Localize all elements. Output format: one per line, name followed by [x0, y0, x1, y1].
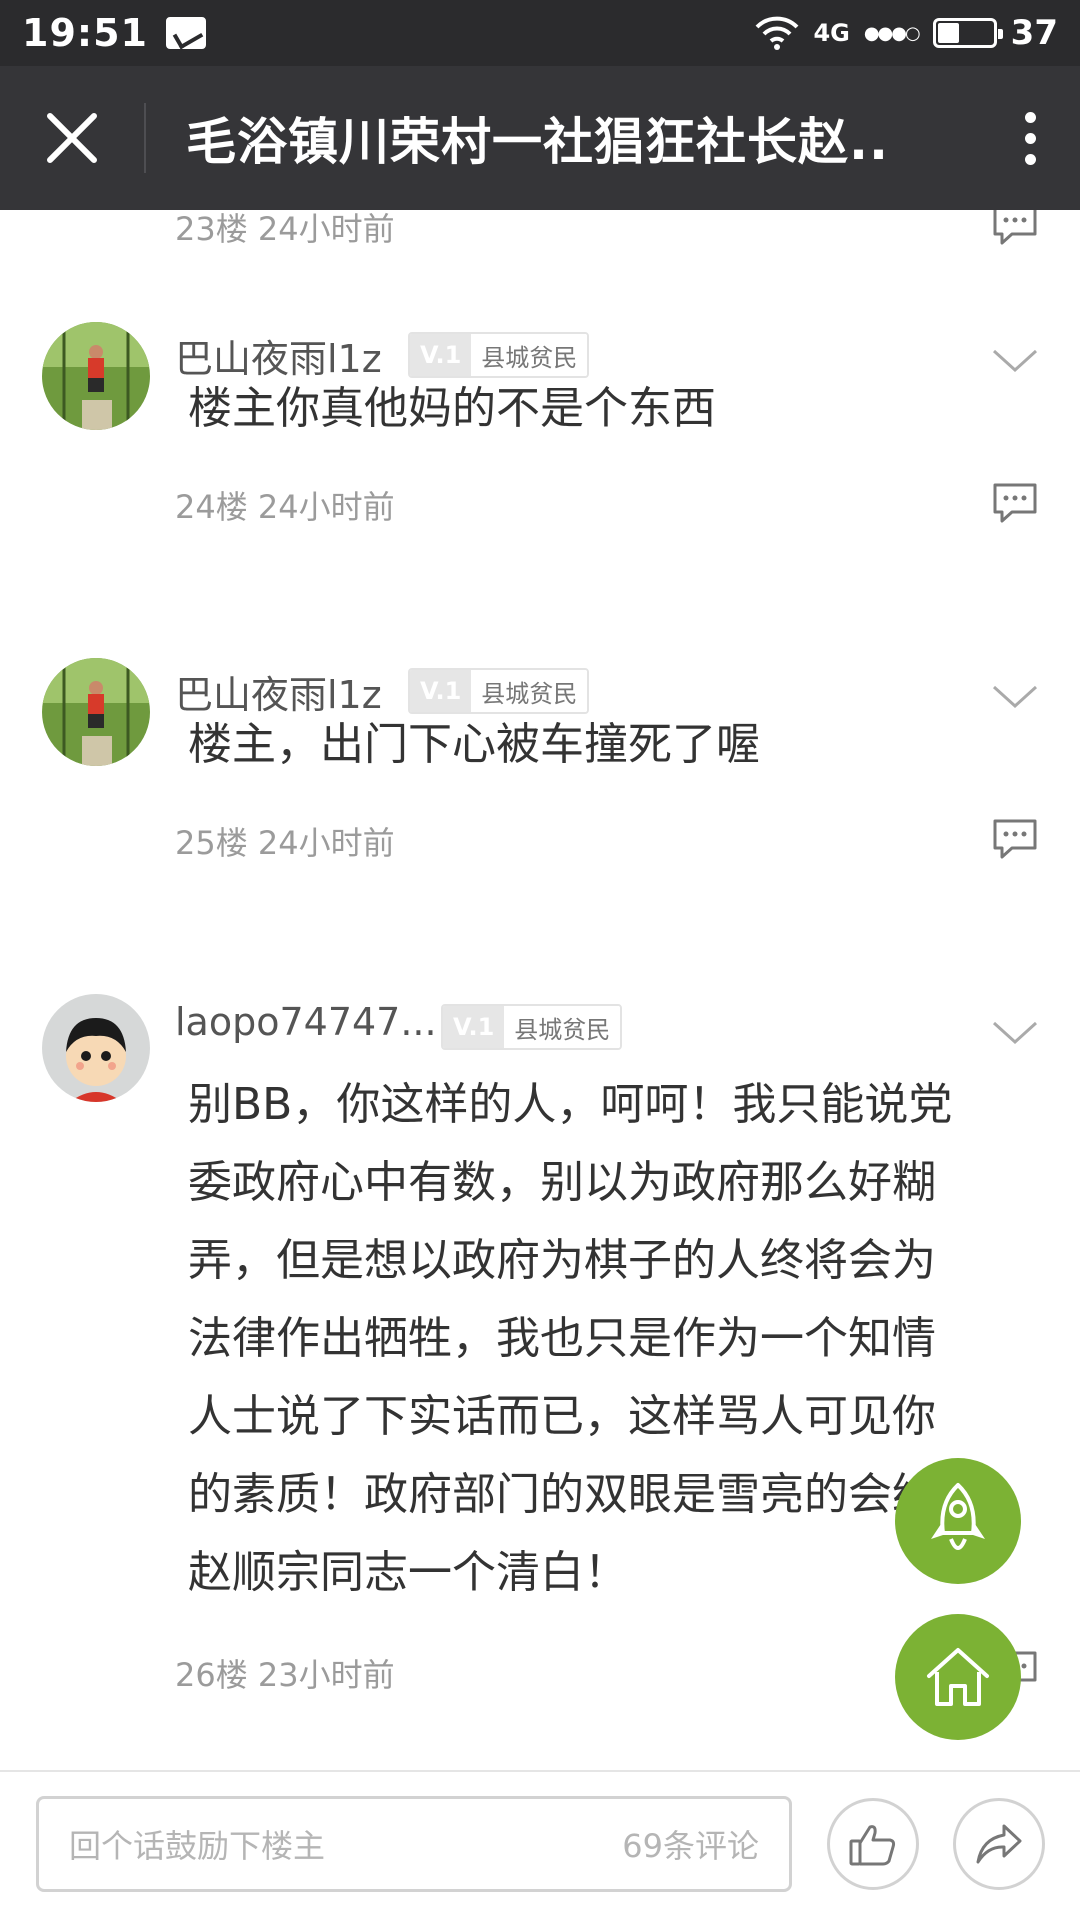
avatar[interactable]: [42, 322, 150, 430]
more-button[interactable]: [980, 66, 1080, 210]
wifi-icon: [756, 16, 799, 50]
page-title: 毛浴镇川荣村一社猖狂社长赵..: [186, 113, 889, 171]
comment-line: 别BB，你这样的人，呵呵！我只能说党: [188, 1079, 953, 1130]
share-icon: [976, 1824, 1022, 1864]
avatar[interactable]: [42, 994, 150, 1102]
comment-meta: 24楼 24小时前: [175, 488, 395, 526]
comment-text: 楼主，出门下心被车撞死了喔: [188, 719, 760, 770]
battery-level: 37: [1010, 13, 1058, 53]
network-type: 4G: [813, 19, 850, 47]
close-button[interactable]: [0, 66, 144, 210]
app-bar: 毛浴镇川荣村一社猖狂社长赵..: [0, 66, 1080, 210]
battery-icon: [932, 18, 1003, 48]
scroll-top-button[interactable]: [895, 1458, 1021, 1584]
close-icon: [47, 113, 97, 163]
comment-meta: 25楼 24小时前: [175, 824, 395, 862]
thumbs-up-icon: [849, 1825, 896, 1866]
username[interactable]: laopo74747...: [175, 1000, 437, 1044]
image-notification-icon: [165, 17, 206, 49]
signal-icon: ●●●○: [863, 22, 921, 44]
avatar[interactable]: [42, 658, 150, 766]
chevron-down-icon[interactable]: [992, 1020, 1038, 1046]
reply-icon[interactable]: [992, 210, 1038, 246]
user-badge: V.1 县城贫民: [441, 1004, 623, 1050]
rank-badge: 县城贫民: [504, 1006, 621, 1048]
comment-meta: 23楼 24小时前: [175, 210, 395, 248]
rocket-icon: [931, 1483, 985, 1550]
reply-icon[interactable]: [992, 482, 1038, 524]
comment-line: 弄，但是想以政府为棋子的人终将会为: [188, 1235, 936, 1286]
bottom-bar: 回个话鼓励下楼主 69条评论: [0, 1770, 1080, 1920]
status-bar: 19:51 4G ●●●○ 37: [0, 0, 1080, 66]
share-button[interactable]: [953, 1798, 1045, 1890]
comment-text: 楼主你真他妈的不是个东西: [188, 383, 716, 434]
home-button[interactable]: [895, 1614, 1021, 1740]
comment-line: 委政府心中有数，别以为政府那么好糊: [188, 1157, 936, 1208]
home-icon: [927, 1648, 989, 1706]
comment-meta: 26楼 23小时前: [175, 1656, 395, 1694]
reply-input[interactable]: 回个话鼓励下楼主 69条评论: [36, 1796, 792, 1892]
reply-icon[interactable]: [992, 818, 1038, 860]
comment-count[interactable]: 69条评论: [622, 1821, 759, 1867]
status-right: 4G ●●●○ 37: [755, 13, 1058, 53]
comment-line: 法律作出牺牲，我也只是作为一个知情: [188, 1313, 936, 1364]
reply-placeholder: 回个话鼓励下楼主: [69, 1827, 326, 1865]
like-button[interactable]: [827, 1798, 919, 1890]
status-time: 19:51: [22, 11, 148, 55]
more-icon: [1024, 107, 1036, 170]
level-badge: V.1: [443, 1006, 505, 1048]
comment-line: 人士说了下实话而已，这样骂人可见你: [188, 1391, 936, 1442]
